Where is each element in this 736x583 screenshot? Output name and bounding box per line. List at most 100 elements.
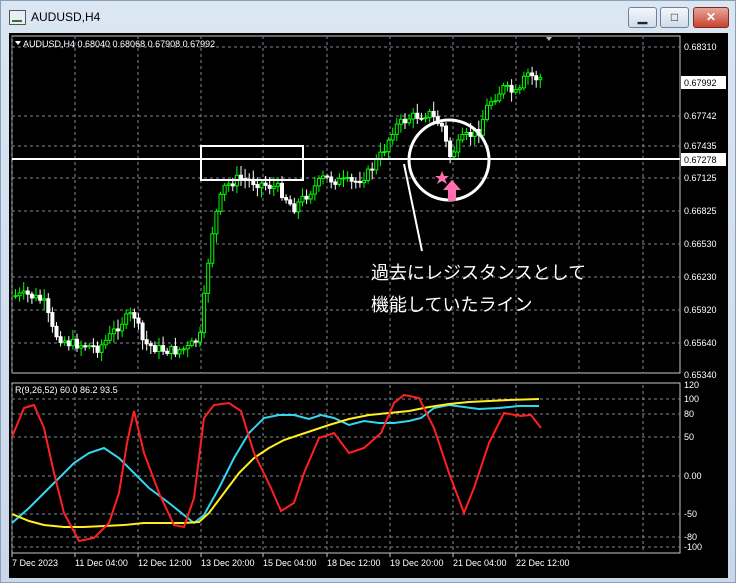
indicator-tick-label: 50 [684,432,694,442]
candle-body [91,345,96,348]
candle-body [116,328,120,332]
candle-body [312,185,317,195]
close-icon: ✕ [705,10,717,24]
candle-body [444,125,448,142]
candle-body [329,176,334,183]
candle-body [501,85,506,95]
price-tick-label: 0.66825 [684,206,717,216]
chart-svg[interactable]: AUDUSD,H4 0.68040 0.68068 0.67908 0.6799… [9,33,728,578]
candle-body [452,151,457,158]
candle-body [29,293,34,299]
candle-body [288,199,293,205]
candle-body [513,89,518,93]
candle-body [17,292,22,297]
price-pane[interactable]: AUDUSD,H4 0.68040 0.68068 0.67908 0.6799… [11,35,726,380]
candle-body [308,193,313,200]
candle-body [38,294,43,301]
candle-body [79,345,84,349]
candle-body [255,184,260,189]
candle-body [222,184,227,195]
price-tick-label: 0.65340 [684,370,717,380]
candle-body [530,72,535,77]
indicator-tick-label: 120 [684,380,699,390]
candle-body [173,346,178,355]
candle-body [333,181,338,185]
price-tick-label: 0.67435 [684,141,717,151]
candle-body [325,175,330,178]
chart-area[interactable]: AUDUSD,H4 0.68040 0.68068 0.67908 0.6799… [9,33,728,578]
time-tick-label: 11 Dec 04:00 [75,558,128,568]
minimize-button[interactable]: ▁ [628,7,657,28]
chart-info: AUDUSD,H4 0.68040 0.68068 0.67908 0.6799… [23,39,215,49]
title-bar[interactable]: AUDUSD,H4 ▁ □ ✕ [1,1,735,33]
time-axis: 7 Dec 2023 11 Dec 04:00 12 Dec 12:00 13 Dec… [11,553,570,568]
candle-body [66,340,71,347]
candle-body [403,118,407,124]
candle-body [83,345,88,348]
indicator-tick-label: 80 [684,409,694,419]
time-tick-label: 15 Dec 04:00 [263,558,317,568]
candle-body [300,195,305,203]
candle-body [382,151,387,154]
candle-body [230,183,235,187]
candle-body [144,339,149,345]
candle-body [505,84,510,87]
candle-body [169,346,174,354]
candle-body [218,193,223,212]
indicator-pane[interactable]: R(9,26,52) 60.0 86.2 93.5 120 100 80 50 0.00… [11,380,702,554]
candle-body [206,262,211,294]
indicator-tick-label: 100 [684,394,699,404]
candle-body [407,118,412,124]
candle-body [394,123,399,135]
price-tick-label: 0.68310 [684,42,717,52]
candle-body [50,312,55,327]
candle-body [345,177,350,180]
candle-body [509,84,514,93]
indicator-tick-label: -80 [684,532,697,542]
candle-body [517,87,522,91]
candle-body [214,210,219,235]
candle-body [304,195,309,200]
candle-body [296,201,301,213]
current-price-label: 0.67992 [684,78,717,88]
indicator-axis: 120 100 80 50 0.00 -50 -80-100 [684,380,702,552]
candle-body [419,117,424,120]
candle-body [292,203,297,213]
chart-window: AUDUSD,H4 ▁ □ ✕ AUDUSD,H4 0.68040 0.6806… [0,0,736,583]
candle-body [357,180,362,184]
candle-body [415,112,420,119]
candle-body [25,290,30,295]
candle-body [21,290,26,294]
candle-body [136,317,141,324]
candle-body [521,75,526,89]
candle-body [259,182,264,189]
maximize-button[interactable]: □ [660,7,689,28]
time-tick-label: 7 Dec 2023 [12,558,58,568]
candle-body [427,111,432,119]
time-tick-label: 22 Dec 12:00 [516,558,570,568]
indicator-tick-label: -100 [684,542,702,552]
candle-body [198,332,202,343]
candle-body [271,185,276,189]
candle-body [398,118,403,125]
price-tick-label: 0.67742 [684,111,717,121]
candle-body [538,77,543,81]
price-tick-label: 0.67125 [684,173,717,183]
indicator-tick-label: 0.00 [684,471,702,481]
candle-body [75,338,79,349]
time-tick-label: 13 Dec 20:00 [201,558,255,568]
annotation-line1: 過去にレジスタンスとして [371,263,586,283]
candle-body [193,340,198,343]
close-button[interactable]: ✕ [693,7,729,28]
candle-body [386,139,391,153]
candle-body [148,343,153,347]
annotation-line2: 機能していたライン [371,295,532,315]
candle-body [275,182,280,187]
candle-body [349,177,354,182]
candle-body [316,177,321,187]
candle-body [439,122,444,127]
candle-body [493,100,498,103]
candle-body [107,333,112,341]
time-tick-label: 18 Dec 12:00 [327,558,381,568]
candle-body [534,75,539,81]
